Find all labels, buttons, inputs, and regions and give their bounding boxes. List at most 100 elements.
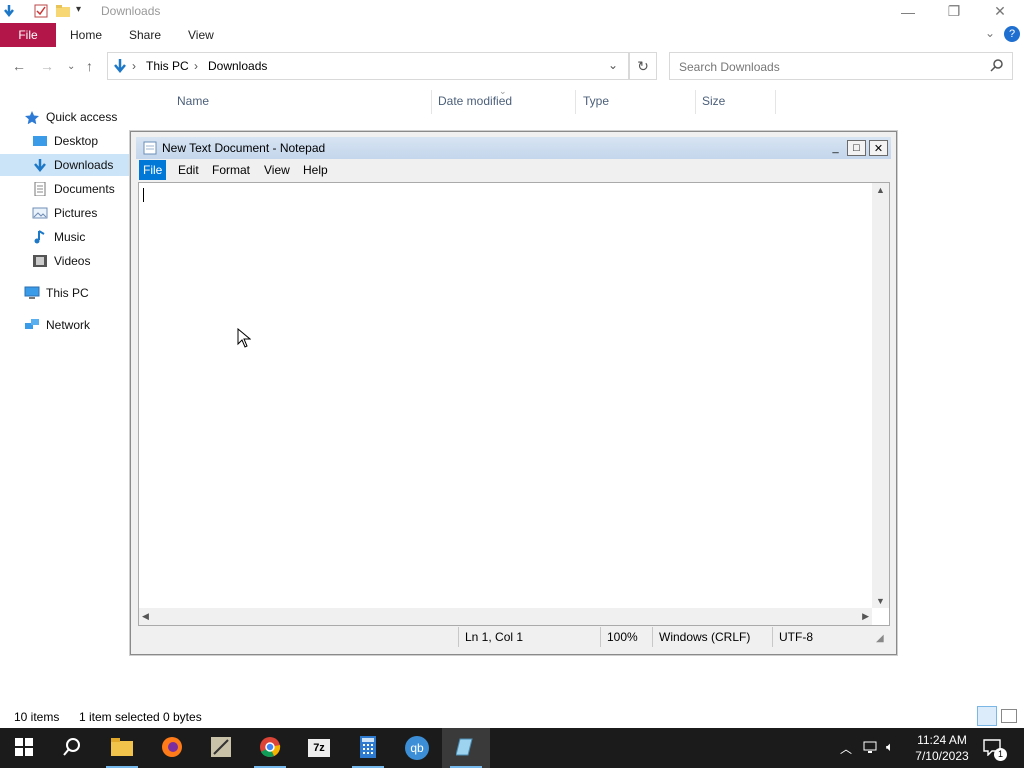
search-placeholder: Search Downloads — [679, 60, 780, 74]
notepad-close-button[interactable]: ✕ — [869, 140, 888, 156]
notepad-text-area[interactable]: ▲ ▼ ◀ ▶ — [138, 182, 890, 626]
breadcrumb-separator: › — [132, 59, 136, 73]
horizontal-scrollbar[interactable]: ◀ ▶ — [139, 608, 872, 625]
start-button[interactable] — [0, 728, 48, 768]
taskbar-notepad[interactable] — [442, 728, 490, 768]
qat-dropdown-icon[interactable]: ▾ — [76, 4, 90, 18]
minimize-button[interactable]: — — [885, 0, 931, 23]
clock-date[interactable]: 7/10/2023 — [912, 749, 972, 763]
details-view-icon[interactable] — [977, 706, 997, 726]
menu-file[interactable]: File — [139, 160, 167, 180]
notepad-title: New Text Document - Notepad — [162, 141, 326, 155]
menu-format[interactable]: Format — [208, 160, 254, 180]
tab-view[interactable]: View — [188, 28, 214, 42]
line-ending: Windows (CRLF) — [652, 627, 772, 647]
up-icon[interactable]: ↑ — [86, 58, 93, 74]
volume-muted-icon[interactable]: 🔈︎ — [886, 739, 894, 755]
selection-count: 1 item selected — [79, 710, 160, 724]
large-icons-view-icon[interactable] — [1001, 709, 1017, 723]
tab-share[interactable]: Share — [129, 28, 161, 42]
videos-icon — [32, 254, 48, 268]
sort-indicator-icon: ⌄ — [499, 86, 507, 96]
explorer-status-bar: 10 items 1 item selected 0 bytes — [0, 706, 1024, 728]
explorer-titlebar: ▾ Downloads — ❐ ✕ — [0, 0, 1024, 23]
ribbon-tabs: File Home Share View ⌄ ? — [0, 23, 1024, 47]
column-name[interactable]: Name — [177, 94, 209, 108]
navigation-bar: ← → ⌄ ↑ › This PC › Downloads ⌄ ↻ Search… — [0, 52, 1024, 82]
breadcrumb-this-pc[interactable]: This PC — [146, 59, 189, 73]
notepad-icon — [455, 737, 476, 760]
notepad-minimize-button[interactable]: _ — [826, 140, 845, 156]
show-hidden-icons-icon[interactable]: ︿ — [840, 740, 852, 757]
sidebar-item-label: Videos — [54, 254, 91, 268]
menu-help[interactable]: Help — [299, 160, 332, 180]
chrome-icon — [259, 736, 281, 761]
taskbar-firefox[interactable] — [148, 728, 196, 768]
close-button[interactable]: ✕ — [977, 0, 1023, 23]
download-icon[interactable] — [2, 4, 16, 18]
taskbar-app[interactable] — [197, 728, 245, 768]
search-input[interactable]: Search Downloads — [669, 52, 1013, 80]
window-title: Downloads — [101, 4, 161, 18]
resize-grip-icon[interactable]: ◢ — [876, 633, 884, 644]
address-dropdown-icon[interactable]: ⌄ — [608, 58, 618, 72]
sidebar-item-label: Pictures — [54, 206, 98, 220]
sidebar-item-quick-access[interactable]: Quick access — [24, 106, 154, 128]
network-icon — [24, 318, 40, 332]
taskbar-7zip[interactable]: 7z — [295, 728, 343, 768]
notepad-menu-bar: File Edit Format View Help — [136, 160, 891, 182]
sidebar-item-downloads[interactable]: Downloads — [0, 154, 130, 176]
start-icon — [15, 737, 33, 759]
network-status-icon[interactable] — [863, 740, 879, 757]
menu-view[interactable]: View — [260, 160, 294, 180]
scroll-down-icon[interactable]: ▼ — [876, 596, 885, 606]
expand-ribbon-icon[interactable]: ⌄ — [985, 26, 995, 40]
music-icon — [32, 230, 48, 244]
address-bar[interactable]: › This PC › Downloads ⌄ — [107, 52, 629, 80]
scroll-up-icon[interactable]: ▲ — [876, 185, 885, 195]
search-icon — [990, 58, 1004, 75]
close-icon: ✕ — [873, 142, 884, 155]
notepad-titlebar[interactable]: New Text Document - Notepad _ □ ✕ — [136, 137, 891, 159]
back-icon[interactable]: ← — [12, 58, 26, 74]
taskbar-calculator[interactable] — [344, 728, 392, 768]
column-type[interactable]: Type — [583, 94, 609, 108]
column-divider[interactable] — [431, 90, 432, 114]
taskbar-chrome[interactable] — [246, 728, 294, 768]
notepad-maximize-button[interactable]: □ — [847, 140, 866, 156]
recent-locations-icon[interactable]: ⌄ — [67, 61, 75, 72]
column-size[interactable]: Size — [702, 94, 725, 108]
tab-file[interactable]: File — [0, 23, 56, 47]
breadcrumb-separator: › — [194, 59, 198, 73]
downloads-location-icon — [112, 58, 128, 77]
column-divider[interactable] — [775, 90, 776, 114]
column-divider[interactable] — [575, 90, 576, 114]
scroll-left-icon[interactable]: ◀ — [142, 611, 149, 622]
vertical-scrollbar[interactable]: ▲ ▼ — [872, 183, 889, 608]
restore-button[interactable]: ❐ — [931, 0, 977, 23]
encoding: UTF-8 — [772, 627, 877, 647]
clock-time[interactable]: 11:24 AM — [912, 733, 972, 747]
taskbar-qbittorrent[interactable]: qb — [393, 728, 441, 768]
taskbar-file-explorer[interactable] — [98, 728, 146, 768]
breadcrumb-downloads[interactable]: Downloads — [208, 59, 267, 73]
item-count: 10 items — [14, 710, 60, 724]
forward-icon[interactable]: → — [40, 58, 54, 74]
notepad-window: New Text Document - Notepad _ □ ✕ File E… — [130, 131, 897, 655]
notepad-status-bar: Ln 1, Col 1 100% Windows (CRLF) UTF-8 ◢ — [138, 627, 890, 649]
qbittorrent-icon: qb — [405, 736, 429, 760]
help-icon[interactable]: ? — [1004, 26, 1020, 42]
column-divider[interactable] — [695, 90, 696, 114]
mouse-pointer-icon — [237, 327, 252, 351]
tab-home[interactable]: Home — [70, 28, 102, 42]
notepad-app-icon — [143, 141, 157, 158]
taskbar-search-button[interactable] — [48, 728, 96, 768]
menu-edit[interactable]: Edit — [174, 160, 203, 180]
minimize-icon: — — [901, 3, 915, 20]
new-folder-icon[interactable] — [56, 4, 70, 18]
properties-icon[interactable] — [34, 4, 48, 18]
scroll-right-icon[interactable]: ▶ — [862, 611, 869, 622]
refresh-button[interactable]: ↻ — [629, 52, 657, 80]
restore-icon: ❐ — [947, 3, 961, 19]
documents-icon — [32, 181, 48, 197]
